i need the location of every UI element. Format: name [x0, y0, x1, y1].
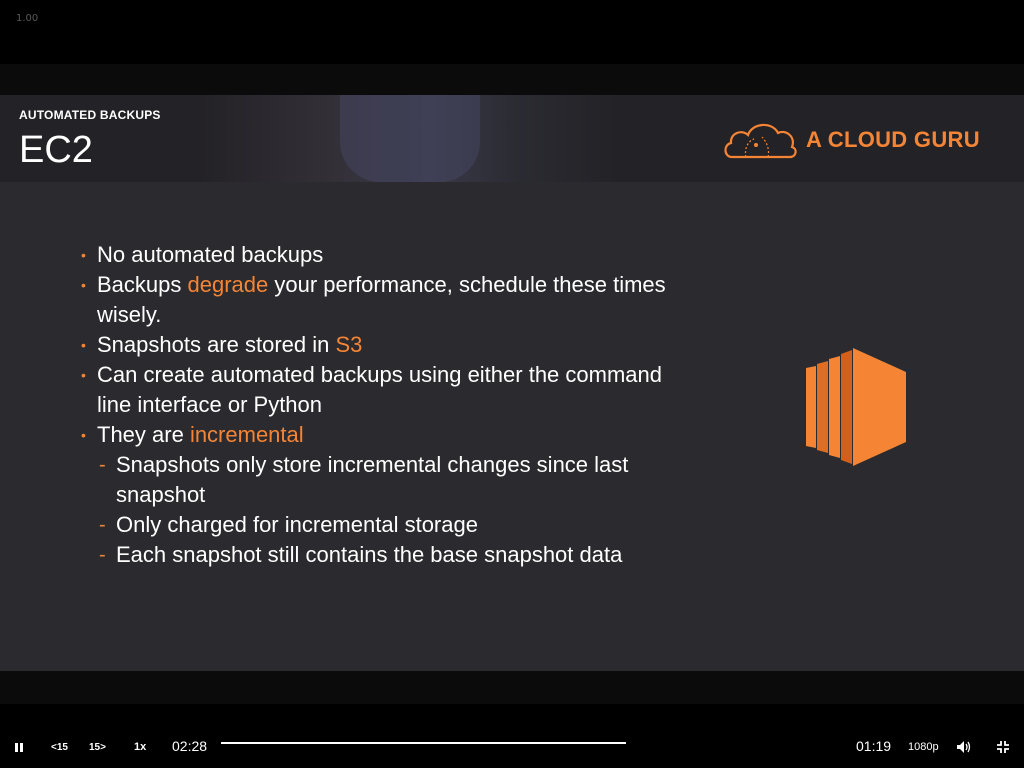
sub-bullet-item: Snapshots only store incremental changes…	[80, 450, 700, 510]
slide-title: EC2	[19, 129, 93, 171]
forward-15-button[interactable]: 15 >	[89, 740, 106, 754]
current-time: 02:28	[172, 738, 208, 754]
bullet-item: Backups degrade your performance, schedu…	[80, 270, 700, 330]
bullet-item: Snapshots are stored in S3	[80, 330, 700, 360]
cloud-logo-icon	[724, 123, 797, 159]
sub-bullet-item: Only charged for incremental storage	[80, 510, 700, 540]
presenter-video-overlay	[200, 95, 620, 182]
slide-subtitle: AUTOMATED BACKUPS	[19, 108, 161, 122]
exit-fullscreen-button[interactable]	[997, 740, 1009, 754]
bullet-list: No automated backups Backups degrade you…	[80, 240, 700, 570]
version-label: 1.00	[16, 13, 39, 24]
bullet-item: No automated backups	[80, 240, 700, 270]
pause-button[interactable]	[15, 740, 25, 754]
brand-logo: A CLOUD GURU	[722, 117, 1002, 163]
highlight-text: degrade	[187, 272, 269, 297]
ec2-icon	[806, 348, 906, 466]
bullet-item: Can create automated backups using eithe…	[80, 360, 700, 420]
remaining-time: 01:19	[856, 738, 892, 754]
top-bar: 1.00	[0, 0, 1024, 64]
volume-icon	[957, 741, 971, 753]
forward-icon: >	[100, 741, 106, 753]
bullet-item: They are incremental	[80, 420, 700, 450]
brand-logo-text: A CLOUD GURU	[806, 127, 980, 152]
player-controls: <15 15 > 1x 02:28 01:19 1080p	[0, 704, 1024, 768]
volume-button[interactable]	[957, 740, 971, 754]
progress-bar[interactable]	[221, 742, 626, 744]
sub-bullet-item: Each snapshot still contains the base sn…	[80, 540, 700, 570]
exit-fullscreen-icon	[997, 741, 1009, 753]
highlight-text: incremental	[189, 422, 304, 447]
playback-speed-button[interactable]: 1x	[134, 740, 146, 754]
slide-header: AUTOMATED BACKUPS EC2 A CLOUD GURU	[0, 95, 1024, 182]
slide: AUTOMATED BACKUPS EC2 A CLOUD GURU No au…	[0, 95, 1024, 671]
video-letterbox-bottom	[0, 671, 1024, 704]
rewind-15-button[interactable]: <15	[51, 740, 68, 754]
pause-icon	[15, 742, 18, 752]
quality-button[interactable]: 1080p	[908, 740, 939, 754]
video-letterbox-top	[0, 64, 1024, 95]
highlight-text: S3	[335, 332, 363, 357]
presenter-silhouette	[340, 95, 480, 182]
